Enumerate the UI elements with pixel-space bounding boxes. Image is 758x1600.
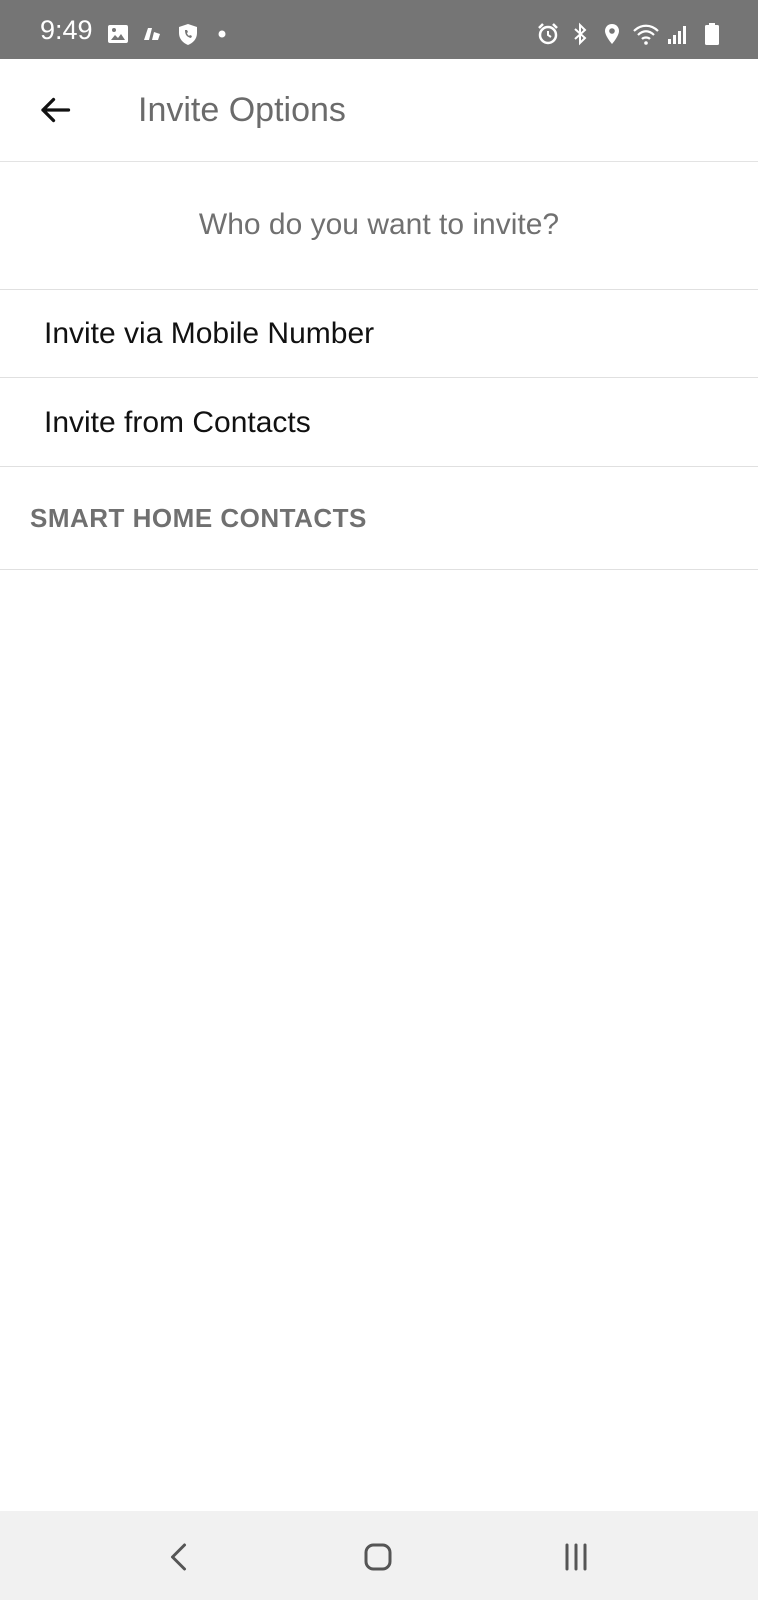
status-time: 9:49 xyxy=(40,15,93,45)
dot-icon xyxy=(210,22,234,46)
signal-icon xyxy=(666,22,690,46)
shield-phone-icon xyxy=(176,22,200,46)
nav-home-icon xyxy=(364,1543,392,1571)
nav-recents-icon xyxy=(565,1543,587,1571)
invite-via-mobile-number-item[interactable]: Invite via Mobile Number xyxy=(0,290,758,378)
back-arrow-icon xyxy=(41,97,71,123)
cloud-icon xyxy=(140,22,164,46)
invite-from-contacts-item[interactable]: Invite from Contacts xyxy=(0,379,758,467)
navigation-bar xyxy=(0,1511,758,1600)
screen: 9:49 Invite Options Who do you want to i… xyxy=(0,0,758,1600)
page-title: Invite Options xyxy=(138,91,346,129)
invite-via-mobile-number-label: Invite via Mobile Number xyxy=(44,316,375,350)
invite-question: Who do you want to invite? xyxy=(0,161,758,290)
battery-icon xyxy=(700,22,724,46)
smart-home-contacts-header: SMART HOME CONTACTS xyxy=(0,468,758,570)
alarm-icon xyxy=(536,22,560,46)
gallery-icon xyxy=(106,22,130,46)
invite-from-contacts-label: Invite from Contacts xyxy=(44,405,311,439)
nav-back-icon xyxy=(171,1543,186,1571)
back-button[interactable] xyxy=(30,85,80,135)
bluetooth-icon xyxy=(568,22,592,46)
nav-home-button[interactable] xyxy=(356,1535,400,1579)
status-bar: 9:49 xyxy=(0,0,758,59)
location-icon xyxy=(600,22,624,46)
wifi-icon xyxy=(632,22,660,46)
app-bar: Invite Options xyxy=(0,59,758,162)
nav-back-button[interactable] xyxy=(158,1535,202,1579)
nav-recents-button[interactable] xyxy=(554,1535,598,1579)
